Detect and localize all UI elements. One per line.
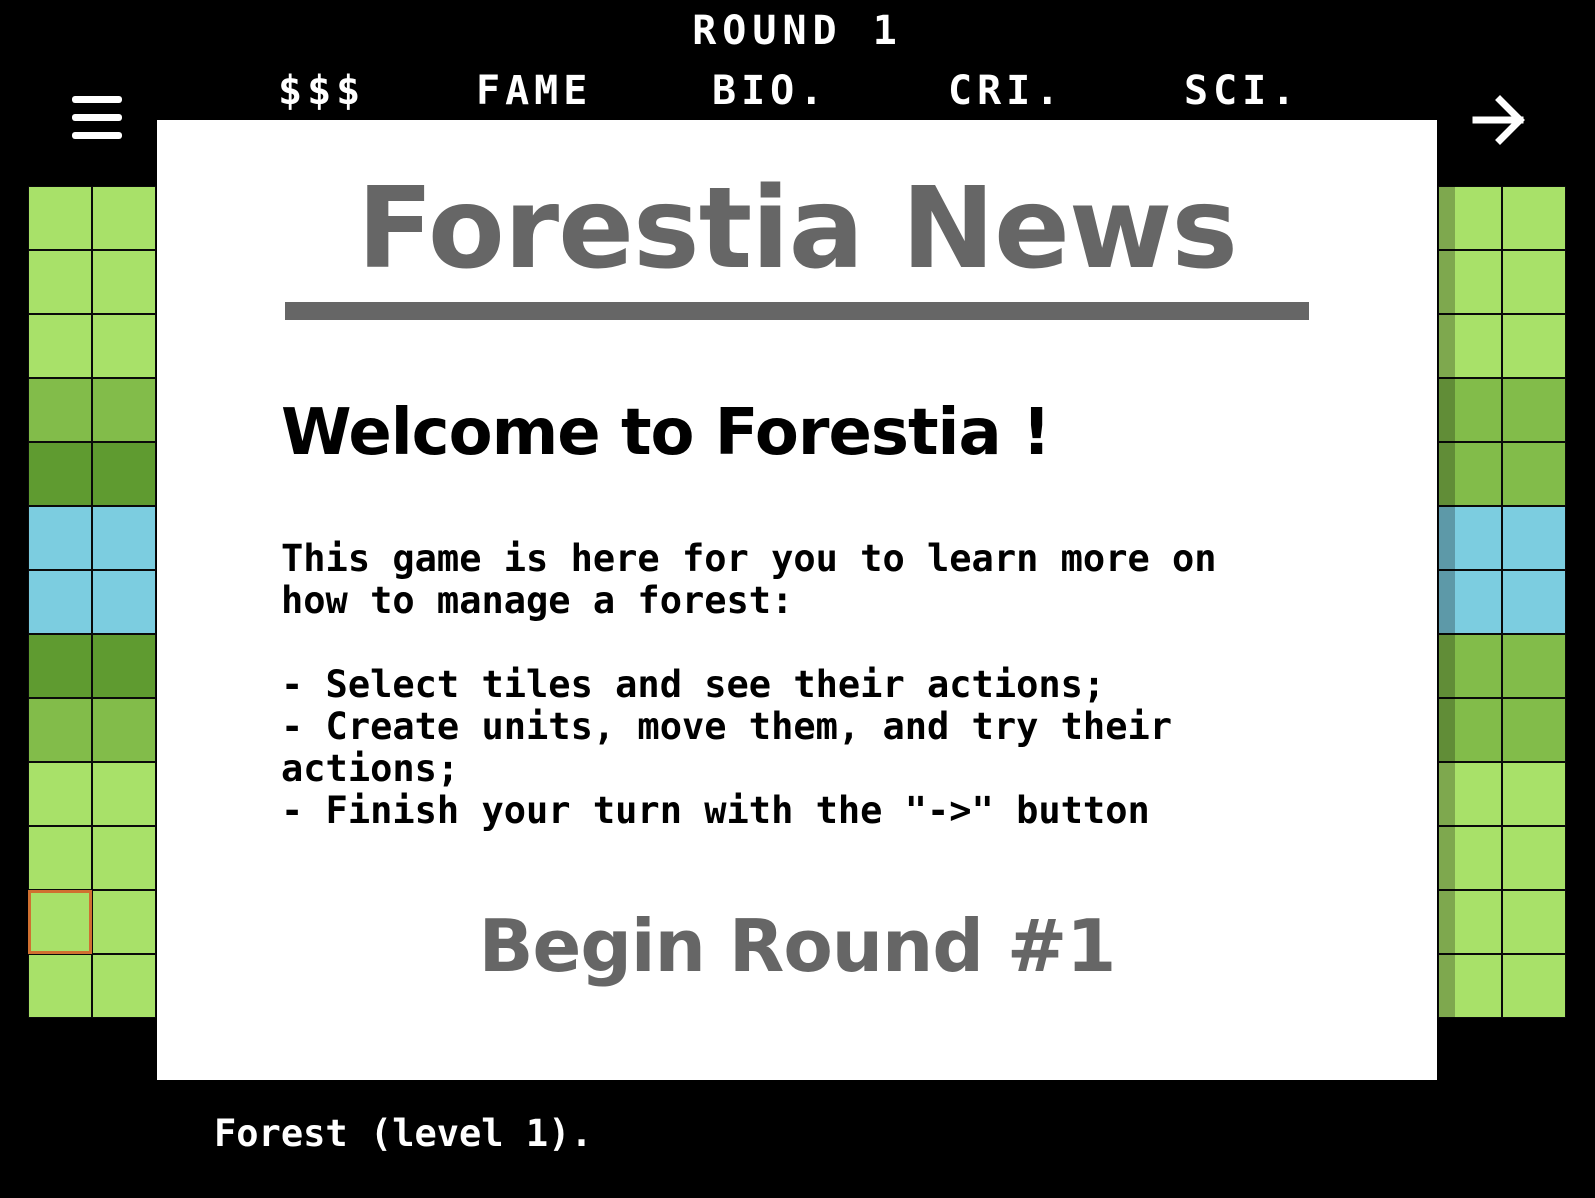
- news-body-text: This game is here for you to learn more …: [281, 537, 1217, 832]
- map-tile[interactable]: [92, 378, 156, 442]
- map-tile[interactable]: [28, 570, 92, 634]
- arrow-right-icon[interactable]: [1470, 90, 1530, 150]
- map-tile[interactable]: [28, 634, 92, 698]
- hamburger-menu-icon[interactable]: [72, 96, 122, 140]
- map-tile[interactable]: [1502, 698, 1566, 762]
- map-tile[interactable]: [92, 826, 156, 890]
- map-tile[interactable]: [1502, 762, 1566, 826]
- map-tile[interactable]: [92, 442, 156, 506]
- map-tile[interactable]: [1502, 506, 1566, 570]
- map-tile[interactable]: [92, 634, 156, 698]
- map-tile[interactable]: [92, 954, 156, 1018]
- map-tile[interactable]: [1502, 250, 1566, 314]
- map-tile[interactable]: [28, 762, 92, 826]
- map-tile[interactable]: [28, 698, 92, 762]
- map-tile[interactable]: [92, 698, 156, 762]
- map-tile[interactable]: [28, 314, 92, 378]
- map-tile[interactable]: [92, 186, 156, 250]
- map-tile[interactable]: [28, 826, 92, 890]
- map-edge-shadow: [1435, 186, 1455, 1018]
- stat-criminality[interactable]: CRI.: [948, 68, 1064, 114]
- map-tile[interactable]: [28, 506, 92, 570]
- stat-science[interactable]: SCI.: [1184, 68, 1300, 114]
- round-title: ROUND 1: [692, 8, 903, 54]
- map-tile[interactable]: [28, 186, 92, 250]
- map-tile[interactable]: [1502, 954, 1566, 1018]
- map-tile[interactable]: [92, 570, 156, 634]
- map-tile[interactable]: [28, 378, 92, 442]
- map-tile[interactable]: [1502, 634, 1566, 698]
- map-tile[interactable]: [92, 250, 156, 314]
- stat-fame[interactable]: FAME: [476, 68, 592, 114]
- map-tile[interactable]: [92, 762, 156, 826]
- map-tile[interactable]: [1502, 186, 1566, 250]
- map-tile[interactable]: [1502, 570, 1566, 634]
- map-tile[interactable]: [92, 506, 156, 570]
- map-tile[interactable]: [1502, 890, 1566, 954]
- welcome-heading: Welcome to Forestia !: [281, 396, 1051, 470]
- stat-money[interactable]: $$$: [278, 68, 365, 114]
- map-tile[interactable]: [92, 314, 156, 378]
- news-title: Forestia News: [356, 164, 1238, 294]
- map-grid-left: [28, 186, 156, 1018]
- map-tile[interactable]: [28, 442, 92, 506]
- map-tile[interactable]: [1502, 314, 1566, 378]
- map-tile[interactable]: [92, 890, 156, 954]
- map-tile-selected[interactable]: [28, 890, 92, 954]
- map-tile[interactable]: [28, 954, 92, 1018]
- news-divider: [285, 302, 1309, 320]
- news-modal: Forestia News Welcome to Forestia ! This…: [157, 120, 1437, 1080]
- map-grid-right: [1438, 186, 1566, 1018]
- map-tile[interactable]: [1502, 378, 1566, 442]
- tile-status-text: Forest (level 1).: [214, 1112, 593, 1155]
- begin-round-button[interactable]: Begin Round #1: [157, 904, 1437, 988]
- map-tile[interactable]: [1502, 442, 1566, 506]
- map-tile[interactable]: [1502, 826, 1566, 890]
- map-tile[interactable]: [28, 250, 92, 314]
- stat-biodiversity[interactable]: BIO.: [712, 68, 828, 114]
